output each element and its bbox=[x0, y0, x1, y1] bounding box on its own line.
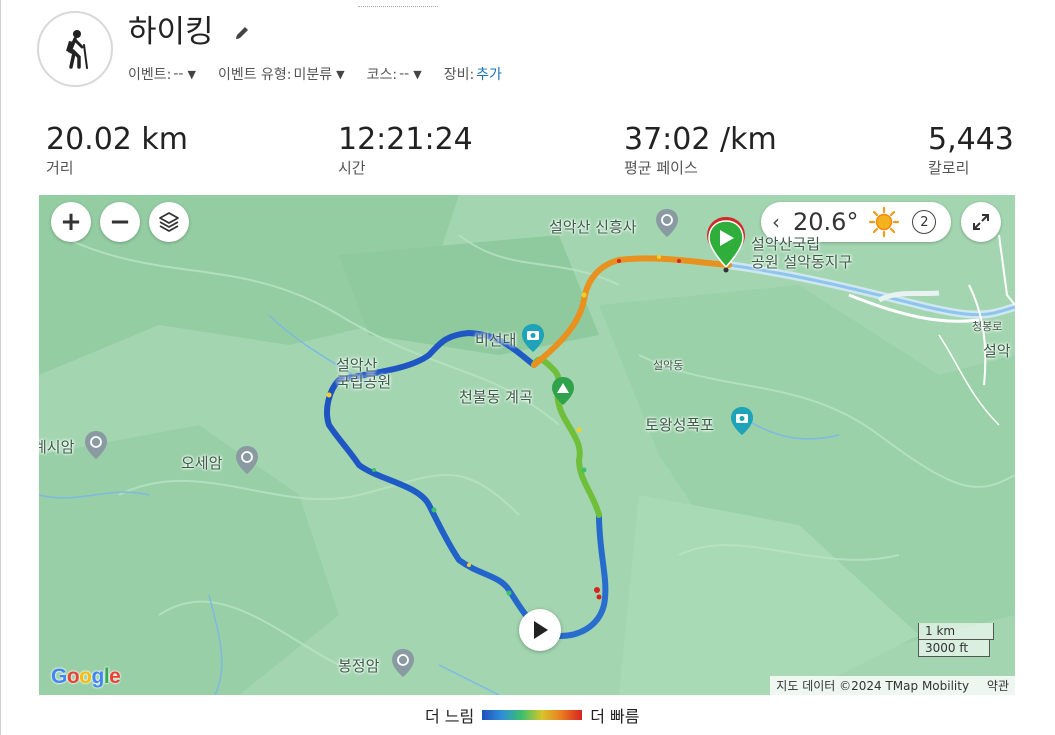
pace-legend: 더 느림 더 빠름 bbox=[425, 703, 640, 727]
poi-park-line2: 공원 설악동지구 bbox=[751, 253, 853, 271]
chevron-left-icon[interactable]: ‹ bbox=[767, 210, 785, 234]
poi-sinheungsa: 설악산 신흥사 bbox=[549, 218, 637, 236]
poi-osaeam: 오세암 bbox=[181, 454, 223, 472]
poi-park-district: 설악산국립 공원 설악동지구 bbox=[751, 235, 852, 271]
legend-slow-label: 더 느림 bbox=[425, 707, 475, 726]
stat-distance: 20.02 km 거리 bbox=[46, 122, 188, 178]
map-scale: 1 km 3000 ft bbox=[918, 623, 994, 657]
play-icon bbox=[534, 621, 548, 639]
stat-calories: 5,443 칼로리 bbox=[928, 122, 1014, 178]
event-value: -- bbox=[173, 66, 184, 82]
top-dotted-divider bbox=[358, 6, 438, 7]
zoom-out-button[interactable]: − bbox=[100, 202, 140, 242]
temperature-value: 20.6° bbox=[793, 208, 859, 236]
stat-label: 칼로리 bbox=[928, 159, 970, 177]
activity-map[interactable]: + − ‹ 20.6° 2 설악산 신흥사 설악산국립 공원 설악동지구 비선대… bbox=[39, 195, 1015, 695]
map-attribution: 지도 데이터 ©2024 TMap Mobility 약관 bbox=[770, 676, 1015, 695]
gear-field: 장비: 추가 bbox=[444, 64, 502, 84]
stat-label: 거리 bbox=[46, 159, 74, 177]
activity-title: 하이킹 bbox=[128, 14, 214, 50]
poi-bongjeongam: 봉정암 bbox=[338, 657, 380, 675]
temple-icon bbox=[85, 431, 107, 459]
google-logo: Google bbox=[51, 665, 121, 688]
stat-label: 시간 bbox=[338, 159, 366, 177]
camera-poi-icon bbox=[522, 324, 544, 352]
hiker-icon bbox=[66, 30, 88, 69]
replay-play-button[interactable] bbox=[519, 609, 561, 651]
poi-cheonbuldong: 천불동 계곡 bbox=[459, 388, 533, 406]
gear-label: 장비: bbox=[443, 67, 475, 83]
stat-value: 5,443 bbox=[928, 122, 1014, 157]
poi-seoraksa-line1: 설악산 bbox=[336, 356, 378, 374]
temple-icon bbox=[392, 649, 414, 677]
event-label: 이벤트: bbox=[128, 67, 172, 83]
zoom-in-button[interactable]: + bbox=[51, 202, 91, 242]
terms-link[interactable]: 약관 bbox=[987, 679, 1009, 693]
stat-avg-pace: 37:02 /km 평균 페이스 bbox=[624, 122, 777, 178]
course-dropdown[interactable]: 코스: -- ▼ bbox=[367, 64, 422, 84]
course-value: -- bbox=[399, 66, 410, 82]
poi-seorakdong: 설악동 bbox=[653, 359, 684, 372]
camera-poi-icon bbox=[731, 407, 753, 435]
stat-value: 12:21:24 bbox=[338, 122, 473, 157]
start-marker-icon[interactable] bbox=[704, 215, 748, 273]
hiking-poi-icon bbox=[552, 377, 574, 405]
activity-avatar bbox=[37, 11, 113, 87]
event-type-value: 미분류 bbox=[293, 67, 333, 83]
poi-seoraksa-line2: 국립공원 bbox=[336, 373, 392, 391]
scale-metric: 1 km bbox=[918, 623, 994, 640]
pencil-icon[interactable] bbox=[233, 24, 251, 42]
stat-time: 12:21:24 시간 bbox=[338, 122, 473, 178]
stat-value: 20.02 km bbox=[46, 122, 189, 157]
caret-down-icon: ▼ bbox=[187, 67, 196, 81]
poi-biseondae: 비선대 bbox=[475, 331, 517, 349]
map-layers-button[interactable] bbox=[149, 202, 189, 242]
poi-gyesiam: 계시암 bbox=[39, 438, 75, 456]
event-type-dropdown[interactable]: 이벤트 유형: 미분류 ▼ bbox=[218, 64, 345, 84]
event-dropdown[interactable]: 이벤트: -- ▼ bbox=[128, 64, 196, 84]
activity-meta-row: 이벤트: -- ▼ 이벤트 유형: 미분류 ▼ 코스: -- ▼ 장비: 추가 bbox=[128, 64, 524, 84]
add-gear-link[interactable]: 추가 bbox=[476, 64, 502, 84]
weather-day-toggle[interactable]: 2 bbox=[912, 210, 937, 234]
caret-down-icon: ▼ bbox=[413, 67, 422, 81]
course-label: 코스: bbox=[366, 67, 398, 83]
fullscreen-button[interactable] bbox=[961, 202, 1001, 242]
legend-fast-label: 더 빠름 bbox=[590, 707, 640, 726]
stat-value: 37:02 /km bbox=[624, 122, 777, 157]
caret-down-icon: ▼ bbox=[336, 67, 345, 81]
temple-icon bbox=[236, 446, 258, 474]
event-type-label: 이벤트 유형: bbox=[217, 67, 292, 83]
poi-seoraksa: 설악산 국립공원 bbox=[336, 357, 391, 391]
layers-icon bbox=[159, 212, 179, 232]
poi-seorak-edge: 설악 bbox=[983, 342, 1011, 360]
expand-icon bbox=[973, 214, 989, 230]
poi-cheongbongro: 청봉로 bbox=[972, 320, 1003, 333]
pace-gradient-bar bbox=[482, 710, 583, 720]
temple-icon bbox=[656, 209, 678, 237]
page-left-border bbox=[0, 0, 1, 735]
sun-icon bbox=[869, 206, 900, 238]
scale-imperial: 3000 ft bbox=[918, 640, 990, 657]
poi-towangseong: 토왕성폭포 bbox=[645, 416, 715, 434]
stat-label: 평균 페이스 bbox=[624, 159, 698, 177]
attribution-text: 지도 데이터 ©2024 TMap Mobility bbox=[776, 679, 970, 693]
poi-park-line1: 설악산국립 bbox=[751, 235, 821, 253]
